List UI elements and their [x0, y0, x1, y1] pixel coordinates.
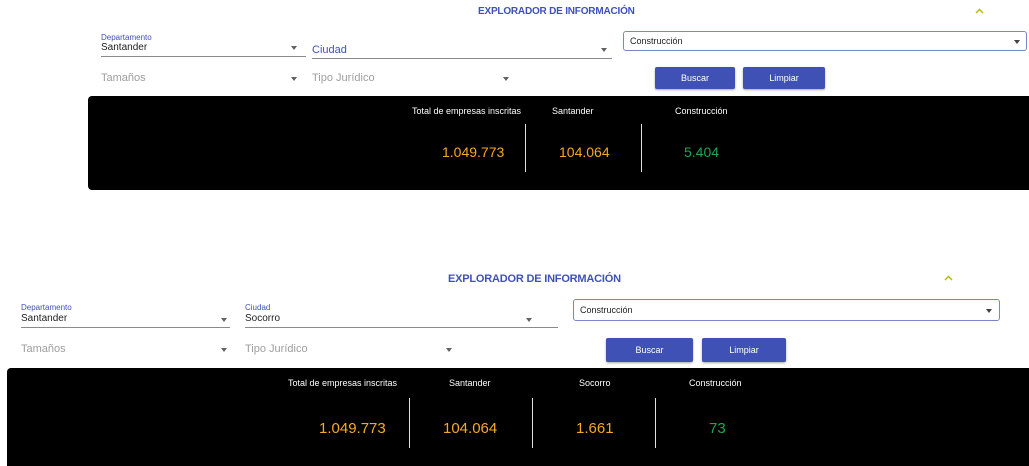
underline	[245, 327, 558, 328]
divider	[641, 124, 642, 172]
divider	[525, 124, 526, 172]
tamanos-placeholder: Tamaños	[21, 343, 66, 355]
tamanos-select[interactable]: Tamaños	[21, 341, 230, 361]
departamento-label: Departamento	[101, 33, 152, 42]
departamento-value: Santander	[101, 42, 148, 53]
chevron-down-icon	[986, 309, 992, 313]
stats-panel: Total de empresas inscritas Santander Co…	[88, 96, 1029, 190]
divider	[532, 398, 533, 448]
actividad-value: Construcción	[630, 36, 683, 46]
stat-label-actividad: Construcción	[689, 378, 742, 388]
stat-value-total: 1.049.773	[442, 144, 505, 160]
stat-label-actividad: Construcción	[675, 106, 728, 116]
ciudad-value: Socorro	[245, 313, 281, 324]
divider	[655, 398, 656, 448]
underline	[312, 58, 612, 59]
stat-value-ciudad: 1.661	[576, 420, 614, 437]
stat-label-departamento: Santander	[449, 378, 491, 388]
actividad-value: Construcción	[580, 305, 633, 315]
stat-value-total: 1.049.773	[319, 420, 386, 437]
actividad-select[interactable]: Construcción	[623, 31, 1027, 51]
stat-value-actividad: 5.404	[684, 144, 720, 160]
tipo-juridico-placeholder: Tipo Jurídico	[312, 72, 375, 84]
ciudad-select[interactable]: Ciudad Socorro	[245, 303, 558, 328]
stat-value-departamento: 104.064	[559, 144, 610, 160]
stat-label-departamento: Santander	[552, 106, 594, 116]
chevron-down-icon	[291, 77, 297, 81]
ciudad-placeholder: Ciudad	[312, 44, 347, 56]
stat-label-total: Total de empresas inscritas	[288, 378, 398, 388]
departamento-select[interactable]: Departamento Santander	[101, 33, 306, 59]
limpiar-button[interactable]: Limpiar	[702, 338, 786, 362]
tamanos-select[interactable]: Tamaños	[101, 70, 306, 90]
page-title: EXPLORADOR DE INFORMACIÓN	[448, 273, 621, 285]
underline	[21, 327, 230, 328]
divider	[409, 398, 410, 448]
underline	[101, 56, 306, 57]
tamanos-placeholder: Tamaños	[101, 72, 146, 84]
stat-label-total: Total de empresas inscritas	[412, 106, 522, 116]
departamento-select[interactable]: Departamento Santander	[21, 303, 230, 328]
actividad-select[interactable]: Construcción	[573, 299, 1000, 321]
departamento-label: Departamento	[21, 303, 72, 312]
chevron-down-icon	[291, 46, 297, 50]
page-title: EXPLORADOR DE INFORMACIÓN	[478, 6, 635, 17]
chevron-down-icon	[446, 348, 452, 352]
chevron-down-icon	[526, 318, 532, 322]
chevron-down-icon	[221, 318, 227, 322]
tipo-juridico-placeholder: Tipo Jurídico	[245, 343, 308, 355]
chevron-down-icon	[1014, 40, 1020, 44]
chevron-down-icon	[503, 77, 509, 81]
buscar-button[interactable]: Buscar	[655, 67, 735, 89]
chevron-up-icon[interactable]	[975, 8, 984, 14]
ciudad-label: Ciudad	[245, 303, 271, 312]
limpiar-button[interactable]: Limpiar	[743, 67, 825, 89]
stat-value-actividad: 73	[709, 420, 726, 437]
stats-panel: Total de empresas inscritas Santander So…	[7, 368, 1029, 466]
tipo-juridico-select[interactable]: Tipo Jurídico	[312, 70, 517, 90]
chevron-down-icon	[221, 348, 227, 352]
departamento-value: Santander	[21, 313, 68, 324]
chevron-up-icon[interactable]	[944, 275, 953, 281]
chevron-down-icon	[601, 48, 607, 52]
tipo-juridico-select[interactable]: Tipo Jurídico	[245, 341, 465, 361]
ciudad-select[interactable]: Ciudad	[312, 33, 612, 59]
buscar-button[interactable]: Buscar	[606, 338, 693, 362]
stat-label-ciudad: Socorro	[579, 378, 611, 388]
stat-value-departamento: 104.064	[443, 420, 498, 437]
